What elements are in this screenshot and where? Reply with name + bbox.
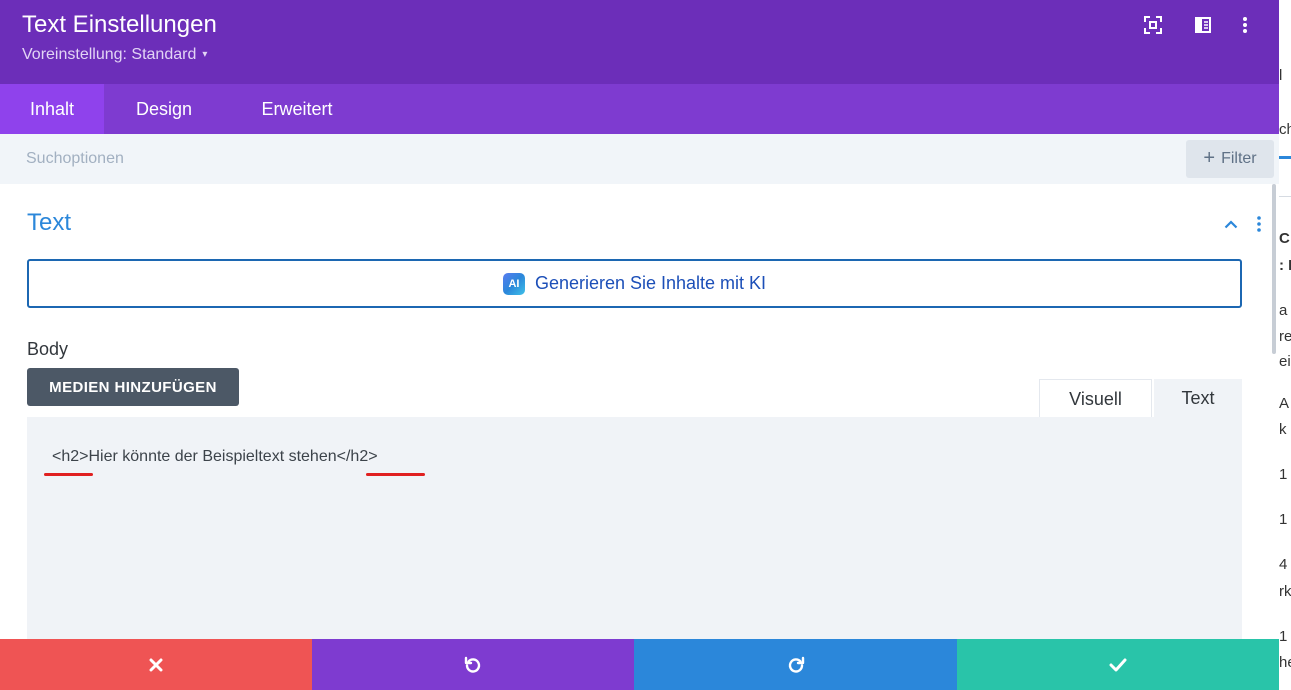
save-button[interactable]: [957, 639, 1279, 690]
settings-modal: Text Einstellungen Voreinstellung: Stand…: [0, 0, 1279, 690]
screen: l ch C : K a re ei A k 1 1 4 rk 1 he Tex…: [0, 0, 1291, 690]
ai-icon: AI: [502, 272, 525, 295]
annotation-underline: [44, 473, 93, 476]
cancel-button[interactable]: [0, 639, 312, 690]
background-text: l: [1279, 67, 1283, 84]
caret-down-icon: ▾: [202, 49, 208, 60]
generate-ai-content-button[interactable]: AI Generieren Sie Inhalte mit KI: [27, 259, 1242, 308]
body-label: Body: [27, 339, 69, 359]
editor-tab-visual[interactable]: Visuell: [1039, 379, 1152, 417]
add-media-button[interactable]: MEDIEN HINZUFÜGEN: [27, 368, 239, 406]
background-text: C: [1279, 230, 1290, 247]
modal-footer: [0, 639, 1279, 690]
background-text: 1: [1279, 628, 1288, 645]
background-text: he: [1279, 654, 1291, 671]
tab-design[interactable]: Design: [116, 84, 212, 134]
fullscreen-icon[interactable]: [1142, 14, 1164, 36]
undo-icon: [464, 656, 481, 673]
background-page: l ch C : K a re ei A k 1 1 4 rk 1 he: [1279, 0, 1291, 690]
background-text: ei: [1279, 353, 1291, 370]
background-text: ch: [1279, 121, 1291, 138]
background-text: A: [1279, 395, 1290, 412]
tab-erweitert[interactable]: Erweitert: [244, 84, 350, 134]
check-icon: [1109, 658, 1127, 671]
ai-button-label: Generieren Sie Inhalte mit KI: [534, 273, 767, 293]
filter-button[interactable]: + Filter: [1186, 140, 1274, 178]
preset-dropdown[interactable]: Voreinstellung: Standard ▾: [22, 46, 207, 64]
background-text: a: [1279, 302, 1288, 319]
chevron-up-icon[interactable]: [1221, 214, 1241, 234]
editor-content[interactable]: <h2>Hier könnte der Beispieltext stehen<…: [52, 448, 378, 466]
section-title: Text: [27, 209, 72, 236]
redo-button[interactable]: [634, 639, 957, 690]
tab-bar: Inhalt Design Erweitert: [0, 84, 1279, 134]
filter-label: Filter: [1221, 150, 1257, 167]
background-text: : K: [1279, 257, 1291, 274]
preset-label: Voreinstellung: Standard: [22, 46, 197, 63]
background-tab-indicator: [1279, 156, 1291, 159]
close-icon: [149, 658, 163, 671]
background-divider: [1279, 196, 1291, 197]
search-input[interactable]: Suchoptionen: [26, 150, 124, 168]
modal-header: Text Einstellungen Voreinstellung: Stand…: [0, 0, 1279, 84]
background-text: 1: [1279, 511, 1288, 528]
background-text: re: [1279, 328, 1291, 345]
more-vertical-icon[interactable]: [1234, 14, 1256, 36]
undo-button[interactable]: [312, 639, 634, 690]
redo-icon: [788, 656, 804, 673]
background-text: rk: [1279, 583, 1291, 600]
annotation-underline: [366, 473, 425, 476]
modal-title: Text Einstellungen: [22, 11, 217, 38]
plus-icon: +: [1203, 147, 1216, 169]
scrollbar[interactable]: [1272, 184, 1276, 354]
tab-inhalt[interactable]: Inhalt: [0, 84, 104, 134]
background-text: 1: [1279, 466, 1288, 483]
search-options-bar: Suchoptionen: [0, 134, 1279, 184]
editor-tab-text[interactable]: Text: [1154, 379, 1242, 417]
sidebar-layout-icon[interactable]: [1192, 14, 1214, 36]
section-more-icon[interactable]: [1251, 212, 1267, 236]
background-text: 4: [1279, 556, 1288, 573]
background-text: k: [1279, 421, 1287, 438]
text-editor[interactable]: <h2>Hier könnte der Beispieltext stehen<…: [27, 417, 1242, 647]
